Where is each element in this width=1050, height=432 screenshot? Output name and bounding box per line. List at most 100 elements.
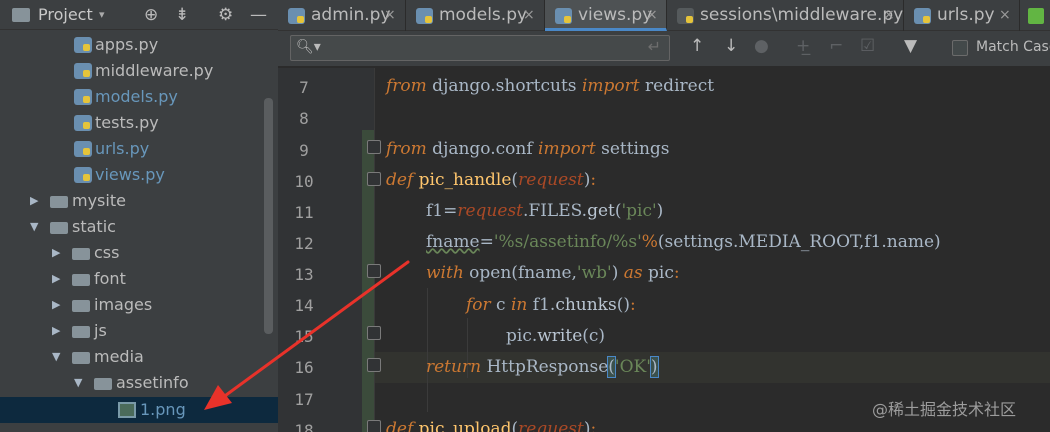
- code-line-14: for c in f1.chunks():: [466, 295, 636, 315]
- code-line-9: from django.conf import settings: [386, 139, 670, 159]
- fold-marker-icon[interactable]: [367, 140, 381, 154]
- tab-urls-py[interactable]: urls.py ×: [904, 0, 1020, 31]
- tree-item-mysite[interactable]: ▶ mysite: [0, 188, 278, 214]
- filter-icon[interactable]: ▼: [904, 36, 917, 56]
- line-number: 15: [294, 327, 314, 346]
- match-case-checkbox[interactable]: [952, 40, 968, 56]
- code-line-18: def pic_upload(request):: [386, 419, 597, 432]
- arrow-up-icon[interactable]: ↑: [690, 36, 704, 56]
- fold-marker-icon[interactable]: [367, 358, 381, 372]
- panel-scrollbar[interactable]: [264, 98, 273, 334]
- tree-item-images[interactable]: ▶ images: [0, 292, 278, 318]
- tree-item-static[interactable]: ▼ static: [0, 214, 278, 240]
- chevron-right-icon[interactable]: ▶: [30, 188, 38, 214]
- chevron-down-icon[interactable]: ▼: [30, 214, 38, 240]
- tree-item-middleware-py[interactable]: middleware.py: [0, 58, 278, 84]
- line-number: 16: [294, 358, 314, 377]
- line-number: 7: [299, 78, 309, 97]
- tree-item-urls-py[interactable]: urls.py: [0, 136, 278, 162]
- remove-occurrence-icon[interactable]: ⌐: [829, 36, 843, 56]
- tree-item-label: assetinfo: [116, 373, 189, 392]
- close-icon[interactable]: ×: [883, 0, 895, 30]
- tab-models-py[interactable]: models.py ×: [406, 0, 545, 31]
- select-all-occurrences-icon[interactable]: ☑: [860, 36, 875, 56]
- add-occurrence-icon[interactable]: +̲: [796, 36, 810, 56]
- project-panel-header: Project ▾ ⊕ ⇟ ⚙ —: [0, 0, 278, 30]
- code-line-10: def pic_handle(request):: [386, 170, 597, 190]
- tree-item-media[interactable]: ▼ media: [0, 344, 278, 370]
- tree-item-1-png[interactable]: 1.png: [0, 397, 278, 423]
- chevron-right-icon[interactable]: ▶: [52, 266, 60, 292]
- tree-item-views-py[interactable]: views.py: [0, 162, 278, 188]
- html-file-icon[interactable]: [1028, 8, 1044, 24]
- tab-views-py[interactable]: views.py ×: [545, 0, 667, 31]
- fold-marker-icon[interactable]: [367, 264, 381, 278]
- tree-item-css[interactable]: ▶ css: [0, 240, 278, 266]
- tab-sessions-middleware-py[interactable]: sessions\middleware.py ×: [667, 0, 904, 31]
- folder-icon: [50, 222, 68, 234]
- tree-item-apps-py[interactable]: apps.py: [0, 32, 278, 58]
- search-input[interactable]: 🔍︎▾ ↵: [290, 35, 670, 61]
- python-file-icon: [555, 8, 572, 24]
- tree-item-label: urls.py: [95, 139, 150, 158]
- line-number: 14: [294, 296, 314, 315]
- code-line-16: return HttpResponse('OK'): [426, 356, 659, 378]
- python-file-icon: [74, 63, 92, 79]
- editor-tab-bar: admin.py × models.py × views.py × sessio…: [278, 0, 1050, 31]
- python-file-icon: [416, 8, 433, 24]
- fold-marker-icon[interactable]: [367, 172, 381, 186]
- line-number: 11: [294, 203, 314, 222]
- fold-marker-icon[interactable]: [367, 420, 381, 432]
- tree-item-label: static: [72, 217, 116, 236]
- collapse-all-icon[interactable]: ⇟: [175, 0, 189, 30]
- code-line-13: with open(fname,'wb') as pic:: [426, 263, 680, 283]
- tab-label: models.py: [439, 5, 528, 25]
- project-panel-title[interactable]: Project: [38, 0, 93, 30]
- arrow-down-icon[interactable]: ↓: [724, 36, 738, 56]
- close-icon[interactable]: ×: [523, 0, 535, 30]
- line-number: 17: [294, 390, 314, 409]
- target-icon[interactable]: ⊕: [144, 0, 158, 30]
- tree-item-assetinfo[interactable]: ▼ assetinfo: [0, 370, 278, 396]
- python-file-icon: [74, 115, 92, 131]
- python-file-icon: [74, 141, 92, 157]
- tree-item-label: middleware.py: [95, 61, 214, 80]
- tab-label: admin.py: [311, 5, 391, 25]
- line-number: 18: [294, 421, 314, 432]
- line-number: 10: [294, 172, 314, 191]
- search-icon[interactable]: 🔍︎▾: [296, 39, 321, 55]
- tree-item-tests-py[interactable]: tests.py: [0, 110, 278, 136]
- tree-item-models-py[interactable]: models.py: [0, 84, 278, 110]
- chevron-right-icon[interactable]: ▶: [52, 292, 60, 318]
- project-panel: Project ▾ ⊕ ⇟ ⚙ — apps.py middleware.py …: [0, 0, 278, 432]
- code-line-11: f1=request.FILES.get('pic'): [426, 201, 664, 221]
- find-bar: 🔍︎▾ ↵ ↑ ↓ ● +̲ ⌐ ☑ ▼ Match Case: [278, 31, 1050, 67]
- image-file-icon: [118, 402, 136, 418]
- chevron-down-icon[interactable]: ▼: [74, 370, 82, 396]
- tree-item-label: js: [94, 321, 107, 340]
- python-file-icon: [74, 167, 92, 183]
- line-number: 13: [294, 265, 314, 284]
- find-in-selection-icon[interactable]: ●: [754, 36, 769, 56]
- hide-panel-icon[interactable]: —: [250, 0, 267, 30]
- code-editor[interactable]: 7 8 9 10 11 12 13 14 15 16 17 18 from dj…: [278, 68, 1050, 432]
- gutter-separator: [374, 68, 375, 432]
- python-file-icon: [74, 89, 92, 105]
- close-icon[interactable]: ×: [384, 0, 396, 30]
- chevron-down-icon[interactable]: ▼: [52, 344, 60, 370]
- tree-item-font[interactable]: ▶ font: [0, 266, 278, 292]
- close-icon[interactable]: ×: [999, 0, 1011, 30]
- chevron-right-icon[interactable]: ▶: [52, 240, 60, 266]
- folder-icon: [94, 378, 112, 390]
- gear-icon[interactable]: ⚙: [218, 0, 233, 30]
- chevron-down-icon[interactable]: ▾: [99, 0, 105, 30]
- code-line-15: pic.write(c): [506, 326, 606, 346]
- match-case-label: Match Case: [976, 39, 1050, 55]
- close-icon[interactable]: ×: [646, 0, 658, 30]
- tree-item-label: 1.png: [140, 400, 186, 419]
- fold-marker-icon[interactable]: [367, 326, 381, 340]
- chevron-right-icon[interactable]: ▶: [52, 318, 60, 344]
- tree-item-label: css: [94, 243, 120, 262]
- tree-item-js[interactable]: ▶ js: [0, 318, 278, 344]
- tab-admin-py[interactable]: admin.py ×: [278, 0, 406, 31]
